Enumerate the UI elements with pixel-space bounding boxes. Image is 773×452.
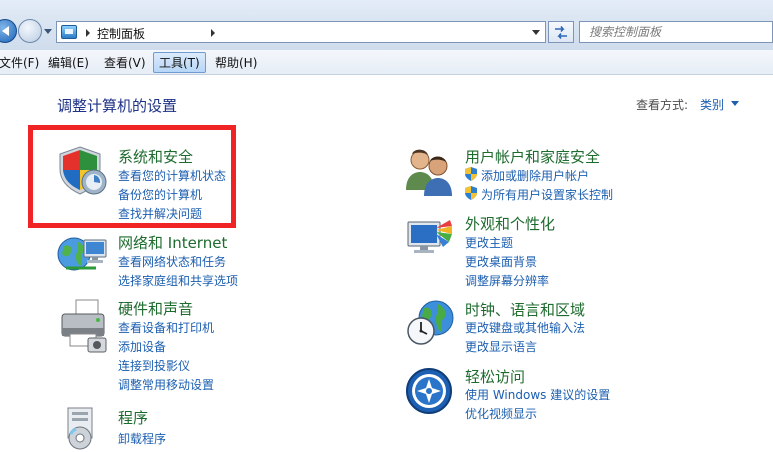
link-change-display-language[interactable]: 更改显示语言: [465, 338, 537, 355]
appearance-icon[interactable]: [406, 214, 454, 262]
link-view-network-status[interactable]: 查看网络状态和任务: [118, 253, 226, 270]
category-programs[interactable]: 程序: [118, 407, 148, 428]
link-change-desktop-background[interactable]: 更改桌面背景: [465, 253, 537, 270]
address-dropdown-icon[interactable]: [532, 30, 540, 35]
menu-help[interactable]: 帮助(H): [212, 54, 260, 72]
refresh-button[interactable]: [548, 21, 574, 43]
link-screen-resolution[interactable]: 调整屏幕分辨率: [465, 272, 549, 289]
network-globe-icon[interactable]: [56, 232, 108, 276]
link-parental-controls[interactable]: 为所有用户设置家长控制: [481, 186, 613, 203]
link-add-device[interactable]: 添加设备: [118, 338, 166, 355]
uac-shield-icon: [465, 186, 477, 200]
highlight-box: [28, 125, 236, 228]
control-panel-icon: [61, 25, 77, 39]
view-by-label: 查看方式:: [636, 98, 689, 112]
refresh-icon: [555, 26, 567, 39]
link-recommended-settings[interactable]: 使用 Windows 建议的设置: [465, 386, 610, 403]
link-change-keyboard-input[interactable]: 更改键盘或其他输入法: [465, 319, 585, 336]
address-field[interactable]: 控制面板: [56, 21, 546, 43]
search-field[interactable]: [579, 21, 773, 43]
menu-tools[interactable]: 工具(T): [153, 52, 206, 73]
category-user-accounts[interactable]: 用户帐户和家庭安全: [465, 146, 600, 167]
forward-button[interactable]: [18, 19, 42, 43]
category-clock-language-region[interactable]: 时钟、语言和区域: [465, 299, 585, 320]
menu-bar: 文件(F) 编辑(E) 查看(V) 工具(T) 帮助(H): [0, 50, 773, 75]
link-connect-projector[interactable]: 连接到投影仪: [118, 357, 190, 374]
link-uninstall-program[interactable]: 卸载程序: [118, 430, 166, 447]
ease-of-access-icon[interactable]: [404, 366, 454, 416]
link-optimize-video-display[interactable]: 优化视频显示: [465, 405, 537, 422]
breadcrumb-arrow-icon[interactable]: [211, 29, 215, 37]
uac-shield-icon: [465, 167, 477, 181]
category-hardware-sound[interactable]: 硬件和声音: [118, 298, 193, 319]
clock-globe-icon[interactable]: [406, 298, 456, 348]
category-appearance[interactable]: 外观和个性化: [465, 213, 555, 234]
breadcrumb-control-panel[interactable]: 控制面板: [97, 25, 145, 42]
menu-file[interactable]: 文件(F): [0, 54, 42, 72]
link-mobility-settings[interactable]: 调整常用移动设置: [118, 376, 214, 393]
breadcrumb-arrow-icon[interactable]: [86, 29, 90, 37]
search-input[interactable]: [580, 22, 772, 42]
link-add-remove-accounts[interactable]: 添加或删除用户帐户: [481, 167, 589, 184]
address-toolbar: 控制面板: [0, 0, 773, 50]
link-homegroup-sharing[interactable]: 选择家庭组和共享选项: [118, 272, 238, 289]
page-title: 调整计算机的设置: [57, 97, 178, 115]
view-by-dropdown[interactable]: 类别: [700, 96, 724, 113]
link-change-theme[interactable]: 更改主题: [465, 234, 513, 251]
programs-icon[interactable]: [60, 404, 106, 450]
menu-view[interactable]: 查看(V): [101, 54, 149, 72]
recent-pages-dropdown[interactable]: [44, 29, 52, 34]
back-button[interactable]: [0, 19, 17, 43]
category-ease-of-access[interactable]: 轻松访问: [465, 366, 525, 387]
menu-edit[interactable]: 编辑(E): [45, 54, 92, 72]
user-accounts-icon[interactable]: [404, 146, 456, 196]
view-by-caret-icon[interactable]: [731, 101, 739, 106]
printer-icon[interactable]: [58, 298, 110, 354]
link-devices-printers[interactable]: 查看设备和打印机: [118, 319, 214, 336]
category-network-internet[interactable]: 网络和 Internet: [118, 232, 227, 253]
